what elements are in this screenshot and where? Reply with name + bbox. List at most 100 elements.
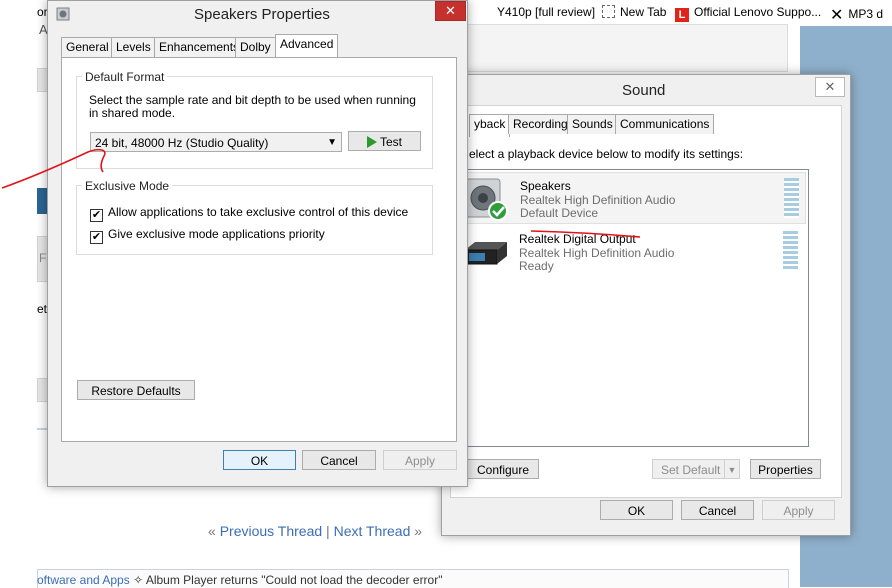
device-status: Ready xyxy=(519,259,554,273)
volume-meter xyxy=(784,178,799,218)
speakers-properties-dialog: Speakers Properties ✕ Default Format Sel… xyxy=(47,0,468,487)
lenovo-logo-icon: L xyxy=(675,8,689,22)
tab-recording[interactable]: Recording xyxy=(508,114,573,134)
group-title: Default Format xyxy=(82,70,168,84)
group-title: Exclusive Mode xyxy=(82,179,173,193)
tab-communications[interactable]: Communications xyxy=(615,114,715,134)
breadcrumb-current: Album Player returns "Could not load the… xyxy=(145,573,443,587)
left-margin xyxy=(0,0,37,587)
button-label: Cancel xyxy=(320,454,358,468)
device-digital-output[interactable]: Realtek Digital Output Realtek High Defi… xyxy=(459,226,804,276)
cancel-button[interactable]: Cancel xyxy=(302,450,376,470)
device-driver: Realtek High Definition Audio xyxy=(520,193,676,207)
nav-suffix: » xyxy=(414,523,423,539)
tab-dolby[interactable]: Dolby xyxy=(235,37,276,57)
playback-device-list: Speakers Realtek High Definition Audio D… xyxy=(458,169,809,447)
previous-thread-link[interactable]: Previous Thread xyxy=(220,523,322,539)
next-thread-link[interactable]: Next Thread xyxy=(334,523,411,539)
page-fragment: et xyxy=(37,302,48,316)
tab-general[interactable]: General xyxy=(61,37,114,57)
apply-button[interactable]: Apply xyxy=(383,450,457,470)
button-label: Restore Defaults xyxy=(91,384,181,398)
chevron-down-icon: ▼ xyxy=(327,137,337,148)
tab-enhancements[interactable]: Enhancements xyxy=(154,37,245,57)
restore-defaults-button[interactable]: Restore Defaults xyxy=(77,380,195,400)
tab-levels[interactable]: Levels xyxy=(111,37,156,57)
thread-navigation: « Previous Thread | Next Thread » xyxy=(208,523,422,539)
device-status: Default Device xyxy=(520,206,599,220)
nav-separator: | xyxy=(326,523,330,539)
tab-advanced[interactable]: Advanced xyxy=(275,34,339,57)
page-fragment: F xyxy=(39,251,47,265)
bookmark-lenovo[interactable]: L Official Lenovo Suppo... xyxy=(675,5,821,22)
button-label: OK xyxy=(250,454,269,468)
set-default-button[interactable]: Set Default ▼ xyxy=(652,459,740,479)
nav-prefix: « xyxy=(208,523,216,539)
bookmark-y410p[interactable]: Y410p [full review] xyxy=(497,5,595,19)
speaker-app-icon xyxy=(56,7,70,21)
tab-label: Recording xyxy=(513,117,568,131)
tab-playback[interactable]: yback xyxy=(469,114,511,137)
sound-dialog: Sound ✕ yback Recording Sounds Communica… xyxy=(441,74,851,536)
button-label: Set Default xyxy=(661,463,721,477)
configure-button[interactable]: Configure xyxy=(467,459,539,479)
button-label: Apply xyxy=(783,504,814,518)
chevron-down-icon[interactable]: ▼ xyxy=(724,460,739,478)
tab-label: Levels xyxy=(116,40,151,54)
default-format-group xyxy=(76,76,433,169)
button-label: Cancel xyxy=(698,504,737,518)
bookmark-new-tab[interactable]: New Tab xyxy=(602,5,666,19)
x-logo-icon: ✕ xyxy=(830,7,844,24)
tab-label: General xyxy=(66,40,109,54)
breadcrumb: oftware and Apps ✧ Album Player returns … xyxy=(37,573,442,587)
button-label: OK xyxy=(627,504,646,518)
bookmark-mp3[interactable]: ✕ MP3 d xyxy=(830,5,884,24)
tab-label: Communications xyxy=(620,117,710,131)
new-tab-icon xyxy=(602,5,615,18)
test-button[interactable]: Test xyxy=(348,131,421,151)
tab-sounds[interactable]: Sounds xyxy=(567,114,618,134)
device-name: Realtek Digital Output xyxy=(519,232,636,246)
playback-instruction: elect a playback device below to modify … xyxy=(469,147,744,161)
breadcrumb-link[interactable]: oftware and Apps xyxy=(37,573,130,587)
tab-label: Advanced xyxy=(280,37,334,51)
close-button[interactable]: ✕ xyxy=(435,1,466,21)
bookmarks-bar: Y410p [full review] New Tab L Official Le… xyxy=(450,0,892,26)
volume-meter xyxy=(783,231,798,271)
exclusive-control-checkbox[interactable]: ✔ Allow applications to take exclusive co… xyxy=(90,205,408,222)
tab-label: Dolby xyxy=(240,40,271,54)
checkbox-checked-icon: ✔ xyxy=(90,231,103,244)
select-value: 24 bit, 48000 Hz (Studio Quality) xyxy=(95,136,269,150)
tab-label: yback xyxy=(474,117,506,131)
checkbox-label: Give exclusive mode applications priorit… xyxy=(108,227,325,241)
tab-label: Sounds xyxy=(572,117,613,131)
breadcrumb-separator-icon: ✧ xyxy=(133,573,144,587)
bookmark-label: MP3 d xyxy=(848,7,884,21)
play-icon xyxy=(366,136,377,148)
format-description: Select the sample rate and bit depth to … xyxy=(89,93,416,120)
close-button[interactable]: ✕ xyxy=(815,77,845,97)
device-speakers[interactable]: Speakers Realtek High Definition Audio D… xyxy=(459,172,806,224)
device-driver: Realtek High Definition Audio xyxy=(519,246,675,260)
bookmark-label: Official Lenovo Suppo... xyxy=(694,5,822,19)
digital-output-device-icon xyxy=(464,242,507,265)
exclusive-priority-checkbox[interactable]: ✔ Give exclusive mode applications priori… xyxy=(90,227,325,244)
close-icon: ✕ xyxy=(824,79,836,94)
close-icon: ✕ xyxy=(445,3,456,18)
ok-button[interactable]: OK xyxy=(600,500,673,520)
advanced-tab-panel: Default Format Select the sample rate an… xyxy=(61,57,457,442)
apply-button[interactable]: Apply xyxy=(762,500,835,520)
device-name: Speakers xyxy=(520,179,571,193)
default-format-select[interactable]: 24 bit, 48000 Hz (Studio Quality) ▼ xyxy=(90,132,342,152)
tab-label: Enhancements xyxy=(159,40,240,54)
dialog-title: Speakers Properties xyxy=(194,6,330,23)
speaker-device-icon xyxy=(465,178,508,221)
checkbox-label: Allow applications to take exclusive con… xyxy=(108,205,409,219)
ok-button[interactable]: OK xyxy=(223,450,296,470)
button-label: Test xyxy=(379,135,402,149)
button-label: Configure xyxy=(476,463,530,477)
cancel-button[interactable]: Cancel xyxy=(681,500,754,520)
bookmark-label: New Tab xyxy=(620,5,667,19)
button-label: Properties xyxy=(758,463,813,477)
properties-button[interactable]: Properties xyxy=(750,459,821,479)
